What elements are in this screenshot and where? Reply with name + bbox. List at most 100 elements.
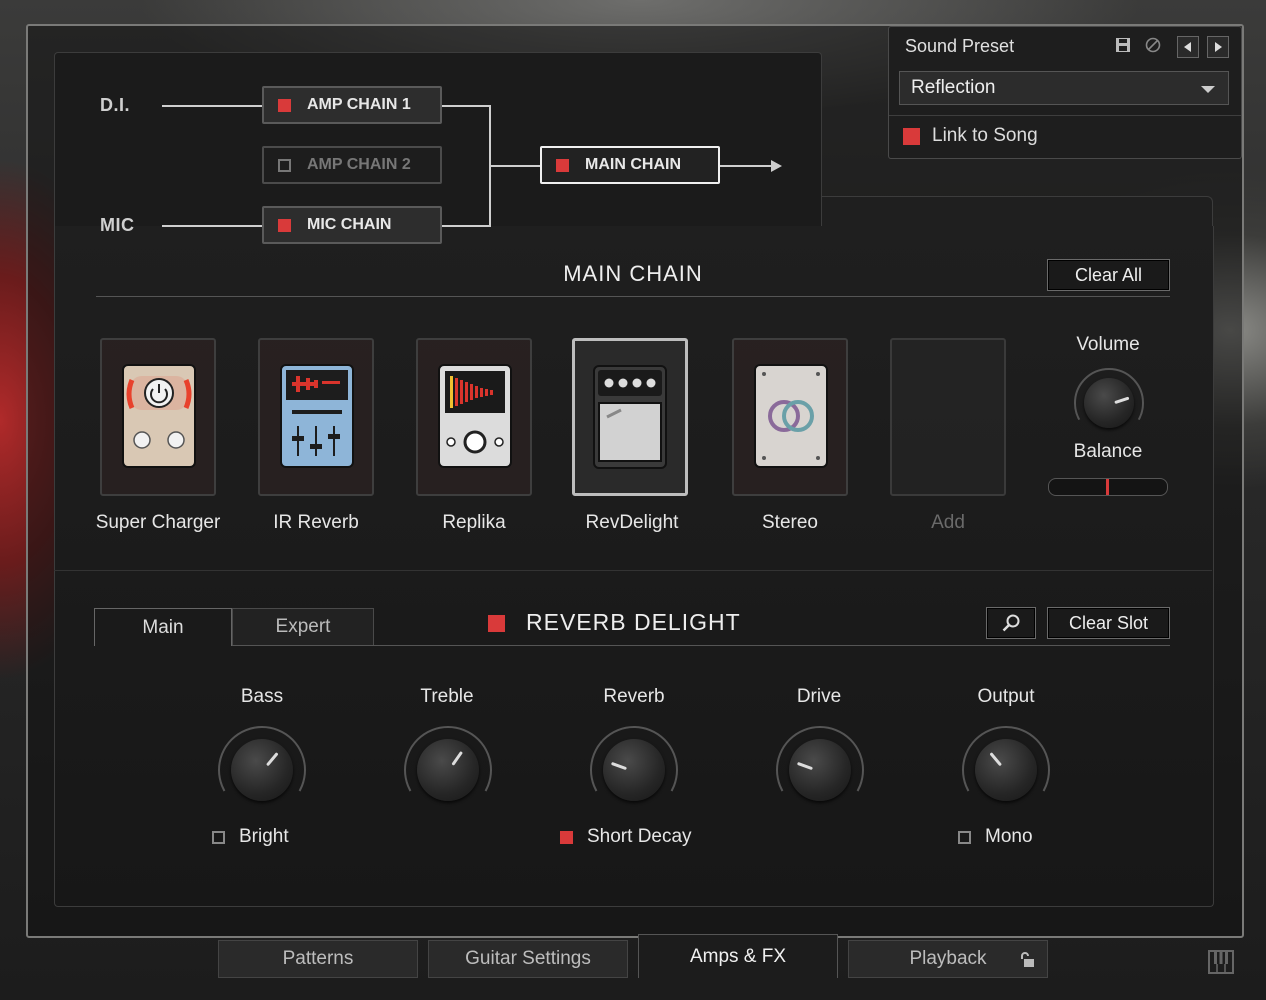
link-to-song-toggle[interactable]: Link to Song [903,125,1038,147]
preset-divider [889,115,1241,116]
next-icon [1215,42,1222,52]
search-icon [1002,614,1020,632]
search-button[interactable] [986,607,1036,639]
slot-label-revdelight: RevDelight [585,512,679,533]
treble-label: Treble [420,686,474,707]
slot-label-stereo: Stereo [762,512,818,533]
preset-dropdown[interactable]: Reflection [899,71,1229,105]
di-label: D.I. [100,95,131,115]
previous-preset-button[interactable] [1177,36,1199,58]
output-knob-indicator [989,752,1003,767]
treble-knob[interactable] [404,726,492,814]
amp-chain-2-led[interactable] [278,158,291,172]
tab-patterns[interactable]: Patterns [218,940,418,978]
save-icon[interactable] [1115,37,1131,57]
slot-label-replika: Replika [442,512,506,533]
amp1-out-line [441,105,491,107]
mic-chain-button[interactable]: MIC CHAIN [262,206,442,244]
link-to-song-led[interactable] [903,127,920,145]
next-preset-button[interactable] [1207,36,1229,58]
reverb-knob[interactable] [590,726,678,814]
tab-playback-label: Playback [909,948,987,969]
slot-label-ir-reverb: IR Reverb [273,512,359,533]
slot-stereo[interactable] [732,338,848,496]
bright-toggle[interactable]: Bright [212,826,289,848]
mono-checkbox[interactable] [958,830,971,844]
mic-chain-label: MIC CHAIN [307,216,392,233]
main-chain-led[interactable] [556,158,569,172]
ir-reverb-pedal-icon [280,364,354,468]
bass-knob-body [231,739,293,801]
mic-chain-led[interactable] [278,218,291,232]
treble-knob-body [417,739,479,801]
mono-toggle[interactable]: Mono [958,826,1033,848]
mic-line [162,225,262,227]
chevron-down-icon [1201,86,1215,93]
unlock-icon[interactable] [1019,952,1035,968]
amp-chain-1-label: AMP CHAIN 1 [307,96,411,113]
bright-checkbox[interactable] [212,830,225,844]
effect-enable-led[interactable] [488,615,505,632]
output-knob[interactable] [962,726,1050,814]
amp-chain-2-label: AMP CHAIN 2 [307,156,411,173]
output-label: Output [977,686,1035,707]
volume-knob-body [1084,378,1134,428]
sound-preset-title: Sound Preset [905,36,1015,56]
short-decay-toggle[interactable]: Short Decay [560,826,692,848]
short-decay-label: Short Decay [587,826,692,847]
slot-revdelight[interactable] [572,338,688,496]
main-chain-label: MAIN CHAIN [585,156,681,173]
keyboard-icon[interactable] [1208,950,1234,974]
volume-knob-indicator [1114,396,1130,405]
clear-all-button[interactable]: Clear All [1047,259,1170,291]
mono-label: Mono [985,826,1033,847]
disable-icon[interactable] [1145,37,1161,57]
tab-amps-fx[interactable]: Amps & FX [638,934,838,978]
amp-chain-2-button[interactable]: AMP CHAIN 2 [262,146,442,184]
replika-pedal-icon [438,364,512,468]
previous-icon [1184,42,1191,52]
stereo-pedal-icon [754,364,828,468]
drive-knob[interactable] [776,726,864,814]
tab-expert[interactable]: Expert [232,608,374,646]
section-divider [54,570,1212,571]
sound-preset-panel: Sound Preset Reflection Link to Song [888,26,1242,159]
mic-label: MIC [100,215,135,235]
routing-panel [54,52,822,229]
panel-step [822,196,1213,229]
slot-label-add: Add [931,512,965,533]
reverb-knob-indicator [610,761,627,771]
tab-playback[interactable]: Playback [848,940,1048,978]
slot-add[interactable] [890,338,1006,496]
volume-label: Volume [1076,334,1140,355]
short-decay-checkbox[interactable] [560,830,573,844]
balance-slider-handle[interactable] [1106,479,1109,495]
mic-out-line [441,225,491,227]
slot-ir-reverb[interactable] [258,338,374,496]
amp-chain-1-led[interactable] [278,98,291,112]
balance-slider[interactable] [1048,478,1168,496]
preset-value: Reflection [911,77,996,98]
slot-replika[interactable] [416,338,532,496]
bass-knob-indicator [265,752,279,767]
tab-main[interactable]: Main [94,608,232,646]
volume-knob[interactable] [1074,368,1144,438]
reverb-knob-body [603,739,665,801]
reverb-label: Reverb [603,686,665,707]
output-arrow-icon [771,160,782,172]
main-chain-button[interactable]: MAIN CHAIN [540,146,720,184]
supercharger-pedal-icon [122,364,196,468]
clear-slot-button[interactable]: Clear Slot [1047,607,1170,639]
effect-title: REVERB DELIGHT [526,609,741,635]
amp-chain-1-button[interactable]: AMP CHAIN 1 [262,86,442,124]
effect-divider [232,645,1170,646]
merge-to-main-line [491,165,541,167]
tab-guitar-settings[interactable]: Guitar Settings [428,940,628,978]
bright-label: Bright [239,826,289,847]
slot-super-charger[interactable] [100,338,216,496]
bass-knob[interactable] [218,726,306,814]
di-line [162,105,262,107]
treble-knob-indicator [451,750,463,766]
link-to-song-label: Link to Song [932,125,1038,146]
balance-label: Balance [1073,441,1143,462]
